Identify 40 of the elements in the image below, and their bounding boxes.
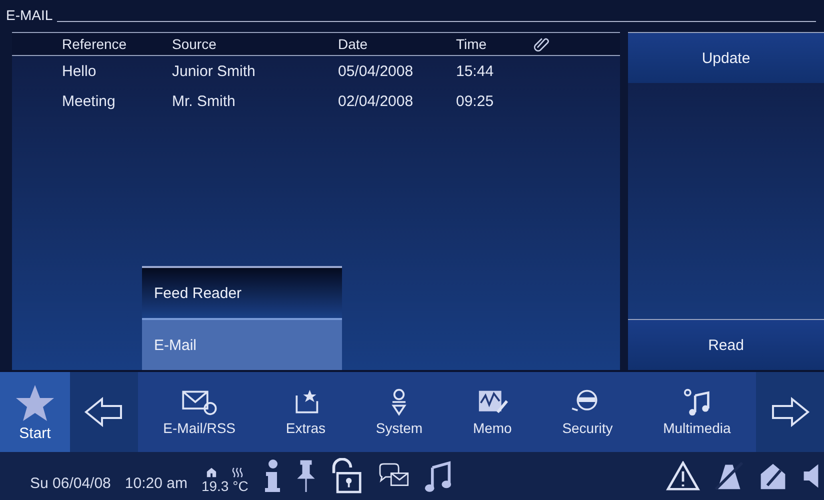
read-button[interactable]: Read xyxy=(628,320,824,370)
column-header: Time xyxy=(456,36,488,52)
envelope-icon xyxy=(180,388,218,416)
menu-item[interactable]: Feed Reader xyxy=(142,266,342,318)
temperature-reading: 19.3 °C xyxy=(201,478,248,494)
heat-icon xyxy=(230,467,244,478)
table-cell-text: Hello xyxy=(62,62,98,80)
status-date: Su 06/04/08 xyxy=(30,475,111,492)
nav-item[interactable]: Extras xyxy=(280,372,332,452)
window-title: E-MAIL xyxy=(6,7,53,23)
pushpin-icon[interactable] xyxy=(296,459,316,493)
music-note-icon[interactable] xyxy=(424,460,452,492)
left-arrow-icon[interactable] xyxy=(84,397,124,427)
nav-item[interactable]: System xyxy=(370,372,429,452)
table-cell-text: Meeting xyxy=(62,92,116,110)
nav-item[interactable]: E-Mail/RSS xyxy=(157,372,242,452)
house-icon xyxy=(206,467,217,478)
table-cell-text: 15:44 xyxy=(456,62,495,80)
menu-item[interactable]: E-Mail xyxy=(142,318,342,370)
info-icon[interactable] xyxy=(262,459,282,493)
speaker-icon[interactable] xyxy=(802,462,820,490)
nav-item[interactable]: Memo xyxy=(466,372,518,452)
warning-icon[interactable] xyxy=(666,461,700,491)
start-button[interactable]: Start xyxy=(0,372,70,452)
nav-item[interactable]: Multimedia xyxy=(657,372,737,452)
table-cell-text: 09:25 xyxy=(456,92,495,110)
column-header: Reference xyxy=(62,36,128,52)
right-arrow-icon[interactable] xyxy=(770,397,810,427)
star-icon xyxy=(14,382,56,422)
column-header: Source xyxy=(172,36,218,52)
table-cell-text: Mr. Smith xyxy=(172,92,236,110)
house-pen-icon[interactable] xyxy=(758,461,788,491)
column-header: Date xyxy=(338,36,369,52)
nav-item[interactable]: Security xyxy=(556,372,619,452)
status-time: 10:20 am xyxy=(124,475,188,492)
update-button[interactable]: Update xyxy=(628,33,824,83)
table-cell-text: 02/04/2008 xyxy=(338,92,414,110)
table-cell-text: Junior Smith xyxy=(172,62,256,80)
padlock-icon[interactable] xyxy=(330,458,362,494)
table-cell-text: 05/04/2008 xyxy=(338,62,414,80)
